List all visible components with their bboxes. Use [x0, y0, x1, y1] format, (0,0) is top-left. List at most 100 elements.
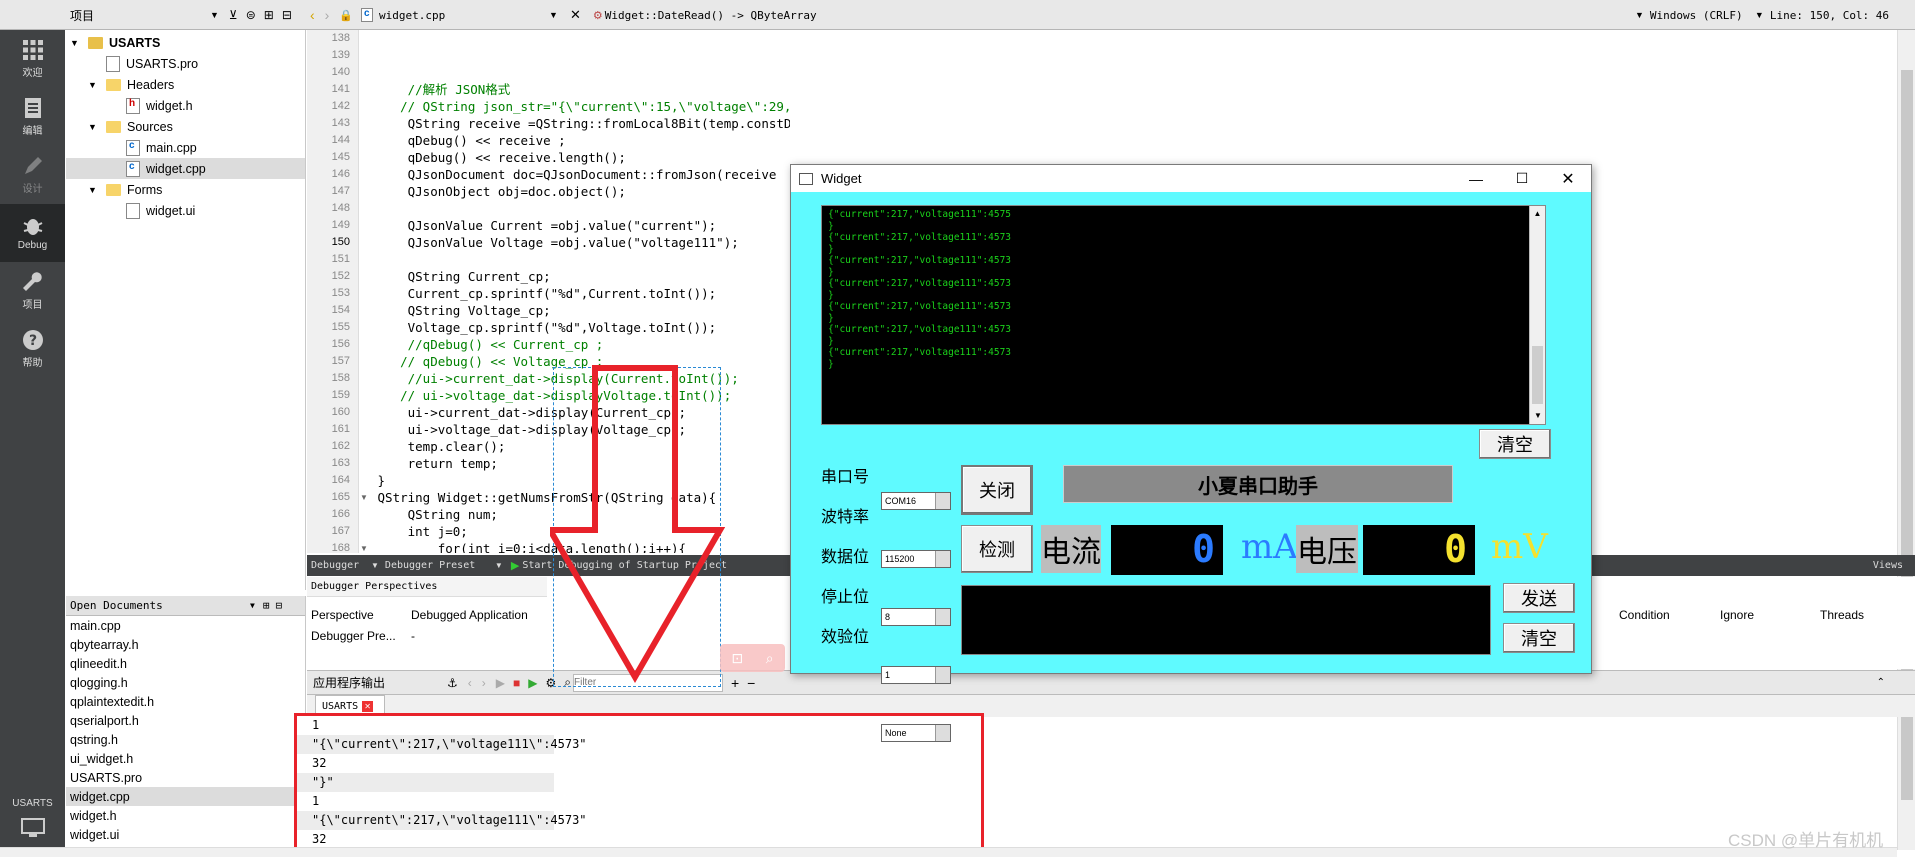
databits-combobox[interactable]: 8: [881, 608, 951, 626]
close-tab-icon[interactable]: ✕: [362, 701, 374, 712]
tree-folder-forms[interactable]: ▼ Forms: [66, 179, 305, 200]
minimize-icon[interactable]: —: [1453, 171, 1499, 187]
split-icon[interactable]: ⊞: [263, 599, 270, 612]
split-icon[interactable]: ⊞: [264, 8, 274, 22]
close-pane-icon[interactable]: ⊟: [282, 8, 292, 22]
chevron-down-icon[interactable]: ▼: [549, 10, 558, 20]
minus-icon[interactable]: −: [747, 675, 755, 691]
code-line[interactable]: QJsonValue Voltage =obj.value("voltage11…: [370, 234, 790, 251]
close-port-button[interactable]: 关闭: [961, 465, 1033, 515]
open-document-item[interactable]: widget.cpp: [66, 787, 305, 806]
code-line[interactable]: qDebug() << receive ;: [370, 132, 790, 149]
code-line[interactable]: [370, 47, 790, 64]
close-file-icon[interactable]: ✕: [570, 7, 581, 23]
open-document-item[interactable]: qlogging.h: [66, 673, 305, 692]
receive-textbox[interactable]: {"current":217,"voltage111":4575} {"curre…: [821, 205, 1546, 425]
mode-welcome[interactable]: 欢迎: [0, 30, 65, 88]
scroll-thumb[interactable]: [1532, 346, 1543, 404]
open-document-item[interactable]: main.cpp: [66, 616, 305, 635]
stopbits-combobox[interactable]: 1: [881, 666, 951, 684]
chevron-down-icon[interactable]: ▼: [250, 601, 255, 610]
chevron-down-icon[interactable]: ▼: [1530, 408, 1546, 424]
horizontal-scrollbar[interactable]: [0, 847, 1897, 857]
chevron-down-icon[interactable]: ▼: [1635, 10, 1644, 20]
add-icon[interactable]: +: [731, 675, 739, 691]
send-textbox[interactable]: [961, 585, 1491, 655]
code-line[interactable]: QJsonValue Current =obj.value("current")…: [370, 217, 790, 234]
port-combobox[interactable]: COM16: [881, 492, 951, 510]
open-document-item[interactable]: widget.h: [66, 806, 305, 825]
open-document-item[interactable]: qstring.h: [66, 730, 305, 749]
kit-selector[interactable]: USARTS: [0, 798, 65, 842]
fold-marker-icon[interactable]: ▼: [360, 493, 368, 502]
chevron-down-icon[interactable]: ▼: [88, 122, 106, 132]
open-document-item[interactable]: widget.ui: [66, 825, 305, 844]
tree-item-widget-ui[interactable]: widget.ui: [66, 200, 305, 221]
code-line[interactable]: Current_cp.sprintf("%d",Current.toInt())…: [370, 285, 790, 302]
code-line[interactable]: QString receive =QString::fromLocal8Bit(…: [370, 115, 790, 132]
link-icon[interactable]: ⊜: [246, 8, 256, 22]
code-line[interactable]: qDebug() << receive.length();: [370, 149, 790, 166]
run-icon[interactable]: ▶: [528, 676, 537, 690]
chevron-down-icon[interactable]: ▼: [70, 38, 88, 48]
mode-edit[interactable]: 编辑: [0, 88, 65, 146]
search-icon[interactable]: ⌕: [766, 650, 774, 667]
chevron-up-icon[interactable]: ⌃: [1877, 677, 1885, 688]
code-line[interactable]: QJsonDocument doc=QJsonDocument::fromJso…: [370, 166, 790, 183]
stop-icon[interactable]: ■: [513, 676, 520, 690]
cursor-position[interactable]: Line: 150, Col: 46: [1770, 9, 1889, 22]
open-document-item[interactable]: USARTS.pro: [66, 768, 305, 787]
chevron-down-icon[interactable]: ▼: [1755, 10, 1764, 20]
tree-item-pro[interactable]: USARTS.pro: [66, 53, 305, 74]
open-document-item[interactable]: qserialport.h: [66, 711, 305, 730]
code-line[interactable]: Voltage_cp.sprintf("%d",Voltage.toInt())…: [370, 319, 790, 336]
filter-icon[interactable]: ⊻: [229, 8, 238, 22]
code-line[interactable]: //解析 JSON格式: [370, 81, 790, 98]
debugger-dropdown[interactable]: Debugger: [311, 560, 371, 571]
start-debug-icon[interactable]: ▶: [511, 559, 519, 572]
tree-item-widget-cpp[interactable]: widget.cpp: [66, 158, 305, 179]
file-tab[interactable]: widget.cpp: [379, 9, 549, 22]
maximize-icon[interactable]: ☐: [1499, 170, 1545, 187]
baud-combobox[interactable]: 115200: [881, 550, 951, 568]
debugger-preset-dropdown[interactable]: Debugger Preset: [385, 560, 495, 571]
close-icon[interactable]: ✕: [1545, 169, 1591, 189]
parity-combobox[interactable]: None: [881, 724, 951, 742]
code-line[interactable]: [370, 251, 790, 268]
back-icon[interactable]: ‹: [310, 7, 315, 23]
editor-scrollbar[interactable]: [1897, 30, 1915, 850]
code-line[interactable]: // QString json_str="{\"current\":15,\"v…: [370, 98, 790, 115]
detect-button[interactable]: 检测: [961, 525, 1033, 573]
translate-icon[interactable]: ⊡: [731, 650, 743, 667]
code-line[interactable]: [370, 64, 790, 81]
open-document-item[interactable]: qlineedit.h: [66, 654, 305, 673]
forward-icon[interactable]: ›: [325, 7, 330, 23]
tree-item-main-cpp[interactable]: main.cpp: [66, 137, 305, 158]
fold-marker-icon[interactable]: ▼: [360, 544, 368, 553]
code-line[interactable]: QJsonObject obj=doc.object();: [370, 183, 790, 200]
chevron-up-icon[interactable]: ▲: [1530, 206, 1545, 222]
open-document-item[interactable]: qbytearray.h: [66, 635, 305, 654]
project-view-dropdown[interactable]: 项目: [70, 7, 210, 24]
play-icon[interactable]: ▶: [496, 676, 505, 690]
open-document-item[interactable]: ui_widget.h: [66, 749, 305, 768]
mode-design[interactable]: 设计: [0, 146, 65, 204]
tree-folder-headers[interactable]: ▼ Headers: [66, 74, 305, 95]
row-perspective[interactable]: Debugger Pre...: [311, 629, 396, 643]
code-line[interactable]: [370, 30, 790, 47]
tree-root[interactable]: ▼ USARTS: [66, 32, 305, 53]
chevron-down-icon[interactable]: ▼: [210, 10, 219, 20]
mode-debug[interactable]: Debug: [0, 204, 65, 262]
chevron-down-icon[interactable]: ▼: [88, 80, 106, 90]
forward-icon[interactable]: ›: [482, 676, 486, 690]
row-debugged-app[interactable]: -: [411, 629, 415, 643]
terminal-scrollbar[interactable]: ▲ ▼: [1529, 206, 1545, 424]
window-titlebar[interactable]: Widget — ☐ ✕: [791, 165, 1591, 192]
code-line[interactable]: QString Current_cp;: [370, 268, 790, 285]
clear-receive-button[interactable]: 清空: [1479, 429, 1551, 459]
code-line[interactable]: QString Voltage_cp;: [370, 302, 790, 319]
clear-send-button[interactable]: 清空: [1503, 623, 1575, 653]
mode-help[interactable]: ? 帮助: [0, 320, 65, 378]
back-icon[interactable]: ‹: [468, 676, 472, 690]
mode-projects[interactable]: 项目: [0, 262, 65, 320]
